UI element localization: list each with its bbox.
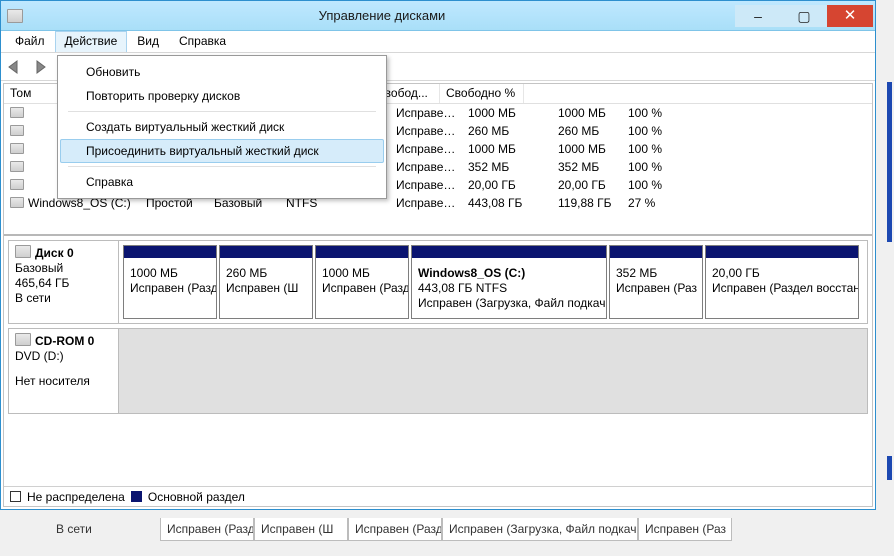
legend: Не распределена Основной раздел xyxy=(4,486,872,506)
action-menu: Обновить Повторить проверку дисков Созда… xyxy=(57,55,387,199)
legend-unalloc-swatch xyxy=(10,491,21,502)
volume-icon xyxy=(10,143,24,154)
disk-icon xyxy=(15,245,31,258)
menu-help-item[interactable]: Справка xyxy=(60,170,384,194)
partition[interactable]: 352 МБИсправен (Раз xyxy=(609,245,703,319)
menu-file[interactable]: Файл xyxy=(5,31,55,52)
cd-area xyxy=(119,329,867,413)
app-icon xyxy=(7,9,23,23)
side-accent-2 xyxy=(887,456,892,480)
window-title: Управление дисками xyxy=(29,8,735,23)
back-button[interactable] xyxy=(5,59,25,75)
menu-rescan[interactable]: Повторить проверку дисков xyxy=(60,84,384,108)
cd-icon xyxy=(15,333,31,346)
close-button[interactable]: ✕ xyxy=(827,5,873,27)
menu-attach-vhd[interactable]: Присоединить виртуальный жесткий диск xyxy=(60,139,384,163)
background-row: В сети Исправен (Разде... Исправен (Ш Ис… xyxy=(50,518,870,541)
side-accent xyxy=(887,82,892,242)
window: Управление дисками – ▢ ✕ Файл Действие В… xyxy=(0,0,876,510)
disk-header: Диск 0 Базовый 465,64 ГБ В сети xyxy=(9,241,119,323)
maximize-button[interactable]: ▢ xyxy=(781,5,827,27)
disk-map: Диск 0 Базовый 465,64 ГБ В сети 1000 МБИ… xyxy=(4,234,872,486)
volume-icon xyxy=(10,197,24,208)
disk-row-0[interactable]: Диск 0 Базовый 465,64 ГБ В сети 1000 МБИ… xyxy=(8,240,868,324)
titlebar[interactable]: Управление дисками – ▢ ✕ xyxy=(1,1,875,31)
menubar: Файл Действие Вид Справка xyxy=(1,31,875,53)
partition[interactable]: Windows8_OS (C:)443,08 ГБ NTFSИсправен (… xyxy=(411,245,607,319)
menu-view[interactable]: Вид xyxy=(127,31,169,52)
partitions: 1000 МБИсправен (Разде...260 МБИсправен … xyxy=(119,241,867,323)
menu-refresh[interactable]: Обновить xyxy=(60,60,384,84)
volume-icon xyxy=(10,107,24,118)
cd-header: CD-ROM 0 DVD (D:) Нет носителя xyxy=(9,329,119,413)
volume-icon xyxy=(10,179,24,190)
disk-row-cd[interactable]: CD-ROM 0 DVD (D:) Нет носителя xyxy=(8,328,868,414)
partition[interactable]: 260 МБИсправен (Ш xyxy=(219,245,313,319)
partition[interactable]: 1000 МБИсправен (Разде... xyxy=(315,245,409,319)
volume-icon xyxy=(10,125,24,136)
menu-help[interactable]: Справка xyxy=(169,31,236,52)
menu-action[interactable]: Действие xyxy=(55,31,128,52)
legend-primary-swatch xyxy=(131,491,142,502)
col-freepct[interactable]: Свободно % xyxy=(440,84,524,103)
volume-icon xyxy=(10,161,24,172)
partition[interactable]: 1000 МБИсправен (Разде... xyxy=(123,245,217,319)
legend-primary: Основной раздел xyxy=(148,490,245,504)
legend-unalloc: Не распределена xyxy=(27,490,125,504)
forward-button[interactable] xyxy=(31,59,51,75)
minimize-button[interactable]: – xyxy=(735,5,781,27)
menu-create-vhd[interactable]: Создать виртуальный жесткий диск xyxy=(60,115,384,139)
partition[interactable]: 20,00 ГБИсправен (Раздел восстан xyxy=(705,245,859,319)
